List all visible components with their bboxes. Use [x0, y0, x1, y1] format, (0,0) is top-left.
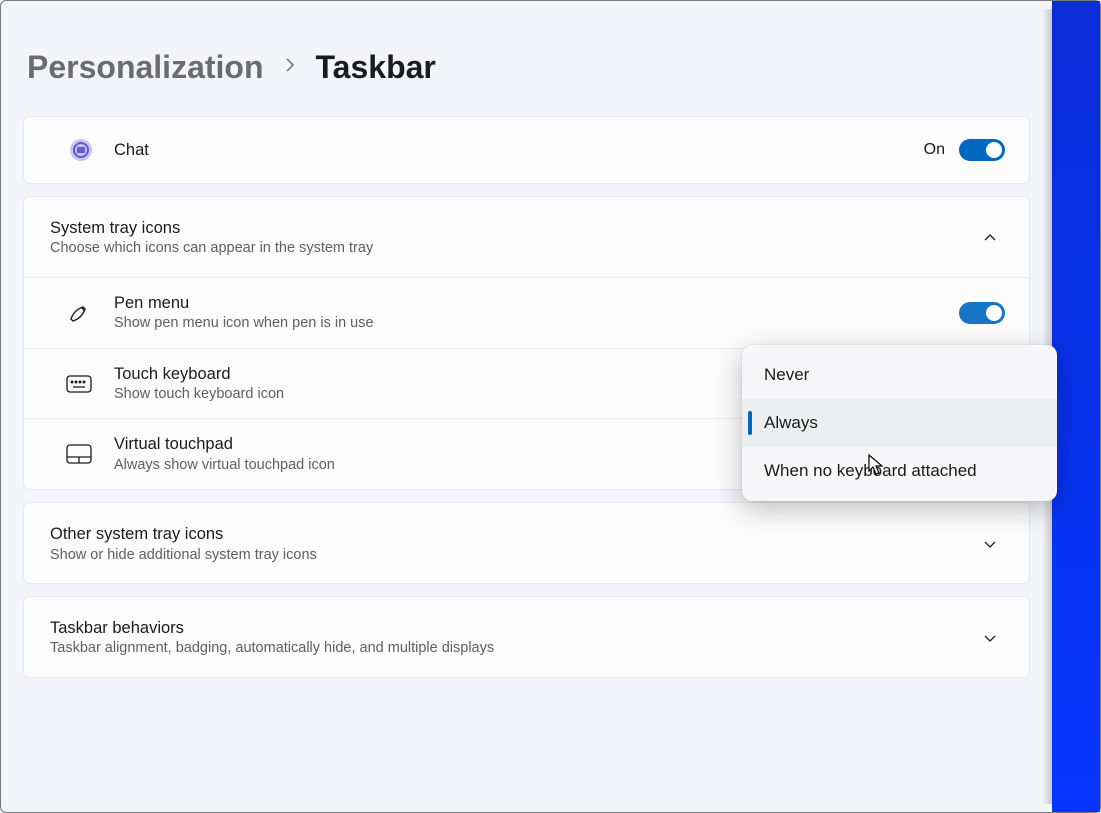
- chevron-down-icon: [975, 630, 1005, 646]
- breadcrumb: Personalization Taskbar: [23, 49, 1030, 86]
- pen-menu-row[interactable]: Pen menu Show pen menu icon when pen is …: [24, 277, 1029, 348]
- page-title: Taskbar: [316, 49, 436, 86]
- chevron-up-icon: [975, 230, 1005, 246]
- chevron-down-icon: [975, 536, 1005, 552]
- chat-card: Chat On: [23, 116, 1030, 184]
- desktop-edge: [1052, 1, 1100, 812]
- pen-menu-sub: Show pen menu icon when pen is in use: [114, 314, 959, 334]
- system-tray-header[interactable]: System tray icons Choose which icons can…: [24, 197, 1029, 277]
- chevron-right-icon: [284, 54, 296, 80]
- chat-state-label: On: [924, 141, 945, 159]
- taskbar-behaviors-card: Taskbar behaviors Taskbar alignment, bad…: [23, 596, 1030, 678]
- dropdown-option-never[interactable]: Never: [742, 351, 1057, 399]
- pen-menu-toggle[interactable]: [959, 302, 1005, 324]
- chat-icon: [66, 139, 96, 161]
- taskbar-behaviors-title: Taskbar behaviors: [50, 617, 965, 639]
- taskbar-behaviors-header[interactable]: Taskbar behaviors Taskbar alignment, bad…: [24, 597, 1029, 677]
- taskbar-behaviors-sub: Taskbar alignment, badging, automaticall…: [50, 639, 965, 659]
- other-tray-sub: Show or hide additional system tray icon…: [50, 546, 965, 566]
- touch-keyboard-dropdown: Never Always When no keyboard attached: [742, 345, 1057, 501]
- dropdown-option-when-no-keyboard[interactable]: When no keyboard attached: [742, 447, 1057, 495]
- pen-menu-title: Pen menu: [114, 292, 959, 314]
- chat-toggle[interactable]: [959, 139, 1005, 161]
- chat-label: Chat: [114, 139, 924, 161]
- system-tray-sub: Choose which icons can appear in the sys…: [50, 239, 965, 259]
- keyboard-icon: [64, 375, 94, 393]
- pen-icon: [64, 301, 94, 325]
- dropdown-option-always[interactable]: Always: [742, 399, 1057, 447]
- other-tray-card: Other system tray icons Show or hide add…: [23, 502, 1030, 584]
- touchpad-icon: [64, 444, 94, 464]
- system-tray-title: System tray icons: [50, 217, 965, 239]
- chat-row[interactable]: Chat On: [24, 117, 1029, 183]
- other-tray-header[interactable]: Other system tray icons Show or hide add…: [24, 503, 1029, 583]
- other-tray-title: Other system tray icons: [50, 523, 965, 545]
- breadcrumb-parent[interactable]: Personalization: [27, 49, 264, 86]
